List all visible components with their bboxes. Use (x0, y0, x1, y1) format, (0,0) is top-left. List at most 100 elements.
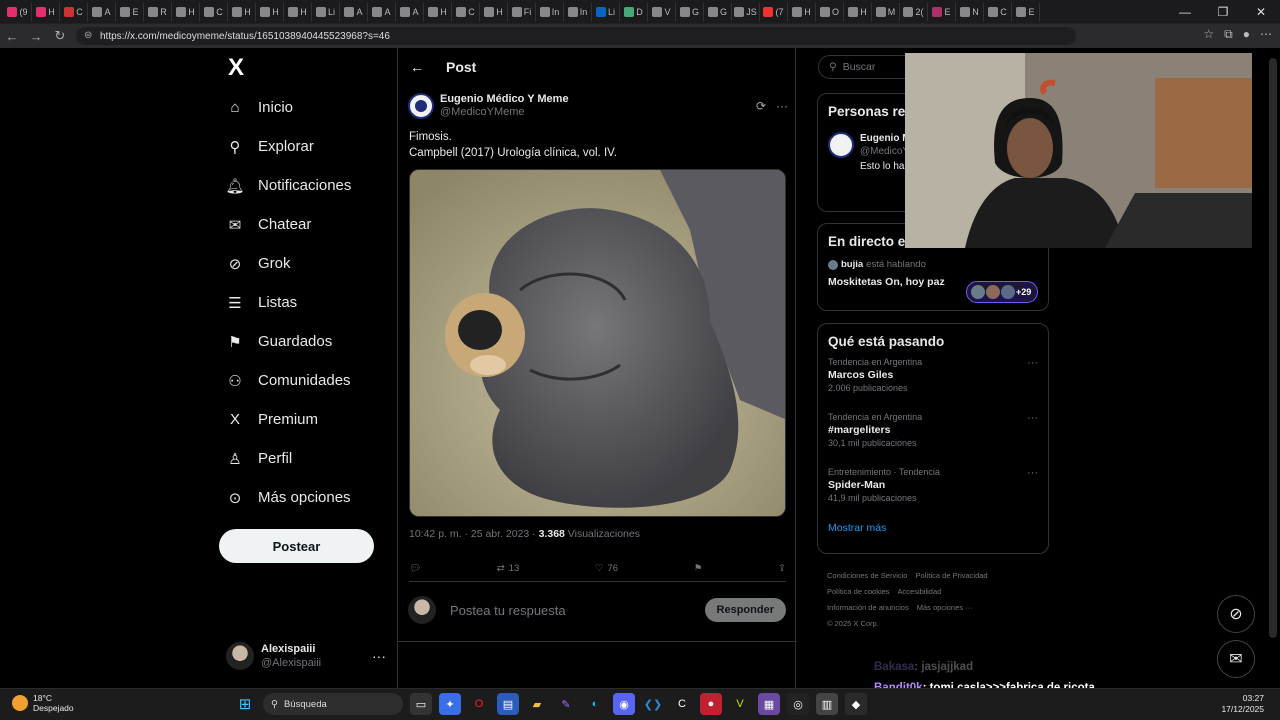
browser-tab[interactable]: M (872, 2, 900, 21)
footer-link[interactable]: Información de anuncios (827, 603, 909, 612)
browser-tab[interactable]: A (368, 2, 396, 21)
trend-item[interactable]: Tendencia en Argentina #margeliters 30,1 m… (818, 404, 1048, 459)
reload-icon[interactable]: ↻ (48, 24, 72, 48)
nav-item-chatear[interactable]: ✉ Chatear (222, 205, 351, 244)
account-switcher[interactable]: Alexispaiii @Alexispaiii ··· (226, 640, 386, 672)
browser-tab[interactable]: E (1012, 2, 1040, 21)
more-icon[interactable]: ··· (372, 648, 386, 664)
weather-widget[interactable]: 18°C Despejado (12, 693, 74, 713)
post-button[interactable]: Postear (219, 529, 374, 563)
scrollbar-thumb[interactable] (1269, 58, 1277, 638)
browser-tab[interactable]: H (32, 2, 60, 21)
back-icon[interactable]: ← (0, 24, 24, 48)
nav-item-perfil[interactable]: ♙ Perfil (222, 439, 351, 478)
nav-item-comunidades[interactable]: ⚇ Comunidades (222, 361, 351, 400)
nav-item-notificaciones[interactable]: 🔔︎ Notificaciones (222, 166, 351, 205)
browser-tab[interactable]: In (564, 2, 592, 21)
browser-tab[interactable]: C (200, 2, 228, 21)
taskbar-search[interactable]: ⚲ Búsqueda (263, 693, 403, 715)
browser-tab[interactable]: Li (312, 2, 340, 21)
browser-tab[interactable]: H (844, 2, 872, 21)
browser-tab[interactable]: O (816, 2, 844, 21)
footer-link[interactable]: Condiciones de Servicio (827, 571, 907, 580)
browser-tab[interactable]: H (284, 2, 312, 21)
favorite-icon[interactable]: ☆ (1203, 27, 1214, 42)
author-name[interactable]: Eugenio Médico Y Meme (440, 93, 569, 106)
vpn-icon[interactable]: V (729, 693, 751, 715)
browser-tab[interactable]: G (676, 2, 704, 21)
task-view-icon[interactable]: ▭ (410, 693, 432, 715)
reply-button[interactable]: Responder (704, 598, 786, 622)
browser-tab[interactable]: H (228, 2, 256, 21)
browser-tab[interactable]: A (340, 2, 368, 21)
browser-tab[interactable]: JS (732, 2, 760, 21)
browser-tab[interactable]: C (60, 2, 88, 21)
browser-tab[interactable]: D (620, 2, 648, 21)
site-info-icon[interactable]: ⊜ (84, 30, 92, 41)
post-image[interactable] (409, 169, 786, 517)
vscode-icon[interactable]: ❮❯ (642, 693, 664, 715)
messages-fab-icon[interactable]: ✉ (1217, 640, 1255, 678)
trend-item[interactable]: Tendencia en Argentina Marcos Giles 2.006 … (818, 349, 1048, 404)
nav-item-guardados[interactable]: ⚑ Guardados (222, 322, 351, 361)
taskbar-clock[interactable]: 03:27 17/12/2025 (1221, 693, 1264, 715)
discord-icon[interactable]: ◉ (613, 693, 635, 715)
obs-icon[interactable]: ◎ (787, 693, 809, 715)
bookmark-action[interactable]: ⚑ (694, 563, 703, 574)
like-action[interactable]: ♡ 76 (595, 563, 618, 574)
browser-tab[interactable]: 2( (900, 2, 928, 21)
launcher-icon[interactable]: ▦ (758, 693, 780, 715)
footer-link[interactable]: Política de Privacidad (915, 571, 987, 580)
retweet-action[interactable]: ⇄ 13 (497, 563, 520, 574)
browser-tab[interactable]: H (480, 2, 508, 21)
folder-icon[interactable]: ▰ (526, 693, 548, 715)
browser-tab[interactable]: H (172, 2, 200, 21)
post-time[interactable]: 10:42 p. m. · 25 abr. 2023 · (409, 528, 539, 540)
browser-tab[interactable]: (9 (4, 2, 32, 21)
browser-tab[interactable]: V (648, 2, 676, 21)
browser-tab[interactable]: C (984, 2, 1012, 21)
footer-link[interactable]: © 2025 X Corp. (827, 619, 879, 628)
app-icon[interactable]: ◆ (845, 693, 867, 715)
browser-tab[interactable]: G (704, 2, 732, 21)
browser-tab[interactable]: H (256, 2, 284, 21)
nav-item-inicio[interactable]: ⌂ Inicio (222, 88, 351, 127)
browser-tab[interactable]: In (536, 2, 564, 21)
ccleaner-icon[interactable]: C (671, 693, 693, 715)
opera-icon[interactable]: O (468, 693, 490, 715)
browser-tab[interactable]: C (452, 2, 480, 21)
browser-tab[interactable]: H (788, 2, 816, 21)
more-icon[interactable]: ··· (1027, 412, 1038, 424)
nav-item-explorar[interactable]: ⚲ Explorar (222, 127, 351, 166)
restore-icon[interactable]: ❐ (1204, 0, 1242, 23)
extensions-icon[interactable]: ⧉ (1224, 27, 1233, 42)
browser-tab[interactable]: A (88, 2, 116, 21)
author-handle[interactable]: @MedicoYMeme (440, 106, 569, 119)
more-icon[interactable]: ··· (776, 99, 788, 113)
x-logo-icon[interactable]: X (224, 56, 248, 80)
more-icon[interactable]: ··· (1027, 357, 1038, 369)
footer-link[interactable]: Accesibilidad (898, 587, 942, 596)
recorder-icon[interactable]: ● (700, 693, 722, 715)
browser-tab[interactable]: (7 (760, 2, 788, 21)
footer-link[interactable]: Más opciones ··· (917, 603, 973, 612)
nav-item-m-s-opciones[interactable]: ⊙ Más opciones (222, 478, 351, 517)
reply-action[interactable]: 💬︎ (409, 563, 421, 574)
browser-tab[interactable]: N (956, 2, 984, 21)
pen-icon[interactable]: ✎ (555, 693, 577, 715)
copilot-icon[interactable]: ✦ (439, 693, 461, 715)
browser-tab[interactable]: E (928, 2, 956, 21)
reply-input[interactable]: Postea tu respuesta (450, 603, 566, 618)
author-avatar[interactable] (408, 93, 434, 119)
nav-item-premium[interactable]: X Premium (222, 400, 351, 439)
back-arrow-icon[interactable]: ← (410, 59, 424, 75)
browser-tab[interactable]: Li (592, 2, 620, 21)
browser-tab[interactable]: H (424, 2, 452, 21)
calculator-icon[interactable]: ▥ (816, 693, 838, 715)
store-icon[interactable]: ▤ (497, 693, 519, 715)
browser-tab[interactable]: Fi (508, 2, 536, 21)
browser-tab[interactable]: A (396, 2, 424, 21)
footer-link[interactable]: Política de cookies (827, 587, 890, 596)
grok-icon[interactable]: ⟳ (756, 99, 766, 113)
scrollbar[interactable] (1266, 48, 1280, 688)
